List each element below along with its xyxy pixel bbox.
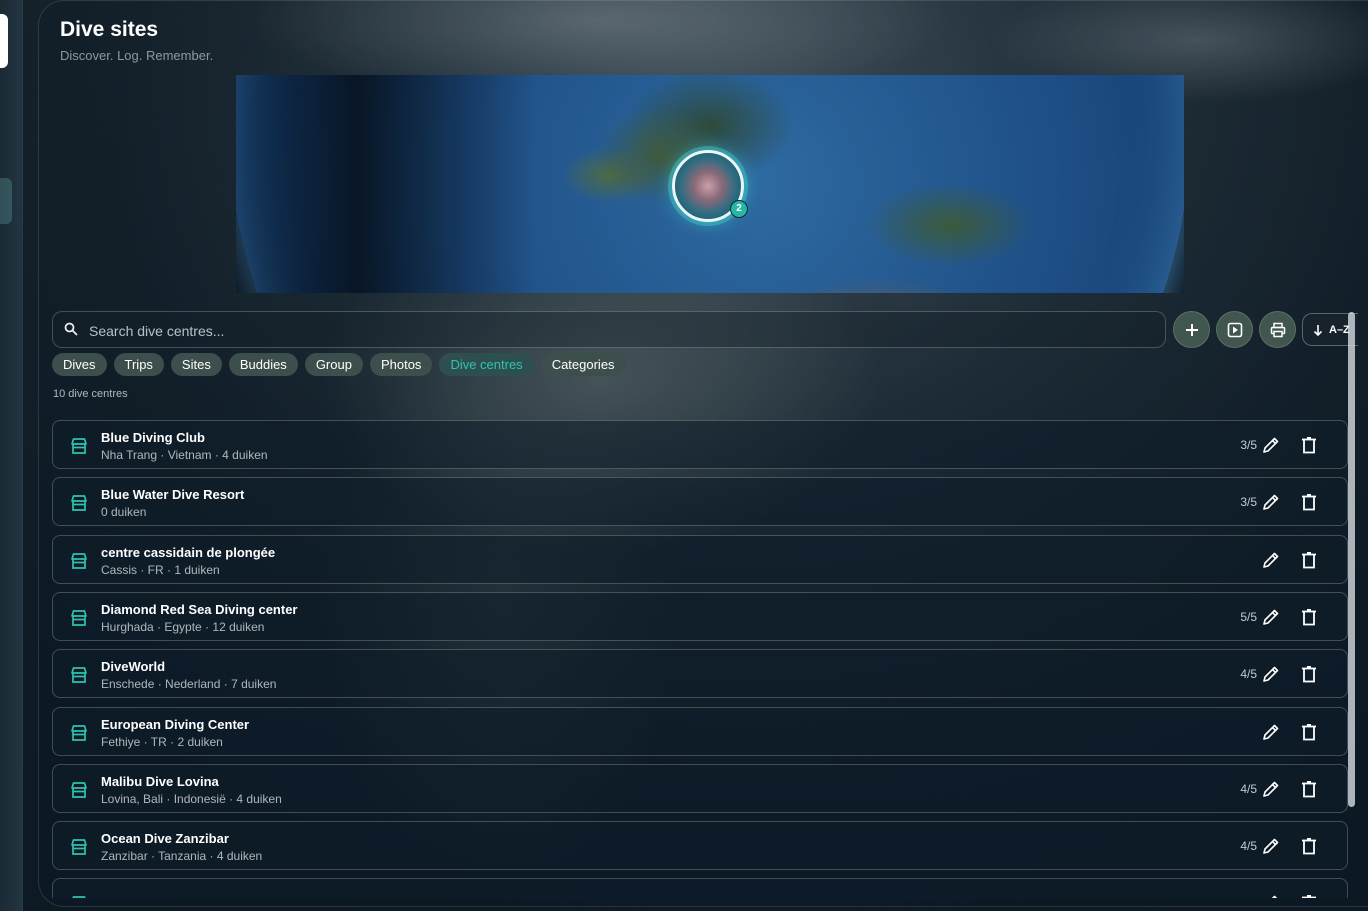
edit-icon[interactable] xyxy=(1261,664,1281,684)
centre-name: European Diving Center xyxy=(101,717,250,732)
delete-icon[interactable] xyxy=(1299,779,1319,799)
centre-details: Zanzibar · Tanzania · 4 duiken xyxy=(101,849,263,863)
tab-sites[interactable]: Sites xyxy=(170,353,222,376)
delete-icon[interactable] xyxy=(1299,664,1319,684)
tab-categories[interactable]: Categories xyxy=(540,353,626,376)
store-icon xyxy=(69,780,89,800)
list-item[interactable]: Malibu Dive Lovina Lovina, Bali · Indones… xyxy=(52,764,1348,813)
delete-icon[interactable] xyxy=(1299,893,1319,898)
add-button[interactable] xyxy=(1173,311,1210,348)
edit-icon[interactable] xyxy=(1261,607,1281,627)
result-count: 10 dive centres xyxy=(53,388,128,400)
centre-name: Blue Diving Club xyxy=(101,430,205,445)
delete-icon[interactable] xyxy=(1299,836,1319,856)
marker-count-badge: 2 xyxy=(730,200,748,218)
store-icon xyxy=(69,837,89,857)
centre-name: DiveWorld xyxy=(101,659,166,674)
search-bar xyxy=(52,311,1166,349)
tab-photos[interactable]: Photos xyxy=(369,353,433,376)
delete-icon[interactable] xyxy=(1299,722,1319,742)
centre-name: Malibu Dive Lovina xyxy=(101,774,219,789)
edit-icon[interactable] xyxy=(1261,550,1281,570)
arrow-down-icon xyxy=(1313,324,1323,336)
centre-details: Cassis · FR · 1 duiken xyxy=(101,563,220,577)
plus-icon xyxy=(1185,323,1198,336)
print-button[interactable] xyxy=(1259,311,1296,348)
centre-details: Enschede · Nederland · 7 duiken xyxy=(101,677,277,691)
centre-rating: 3/5 xyxy=(1240,495,1257,509)
centre-rating: 5/5 xyxy=(1240,610,1257,624)
edit-icon[interactable] xyxy=(1261,779,1281,799)
dive-centre-list: Blue Diving Club Nha Trang · Vietnam · 4 … xyxy=(52,420,1360,898)
list-item[interactable]: Ocean Dive Zanzibar Zanzibar · Tanzania ·… xyxy=(52,821,1348,870)
centre-rating: 4/5 xyxy=(1240,667,1257,681)
edit-icon[interactable] xyxy=(1261,435,1281,455)
store-icon xyxy=(69,894,89,898)
centre-rating: 4/5 xyxy=(1240,839,1257,853)
centre-details: Hurghada · Egypte · 12 duiken xyxy=(101,620,265,634)
tab-buddies[interactable]: Buddies xyxy=(228,353,298,376)
delete-icon[interactable] xyxy=(1299,435,1319,455)
globe-night-shade xyxy=(236,75,536,293)
list-item[interactable]: centre cassidain de plongée Cassis · FR ·… xyxy=(52,535,1348,584)
scrollbar[interactable] xyxy=(1348,312,1355,807)
section-tabs: Dives Trips Sites Buddies Group Photos D… xyxy=(52,353,626,377)
page-title: Dive sites xyxy=(60,18,159,41)
store-icon xyxy=(69,665,89,685)
slideshow-button[interactable] xyxy=(1216,311,1253,348)
tab-group[interactable]: Group xyxy=(304,353,363,376)
centre-name: Blue Water Dive Resort xyxy=(101,487,245,502)
centre-name: Diamond Red Sea Diving center xyxy=(101,602,298,617)
store-icon xyxy=(69,551,89,571)
centre-rating: 3/5 xyxy=(1240,438,1257,452)
edit-icon[interactable] xyxy=(1261,893,1281,898)
sort-label: A–Z xyxy=(1329,323,1350,336)
page-subtitle: Discover. Log. Remember. xyxy=(60,48,214,63)
centre-details: Nha Trang · Vietnam · 4 duiken xyxy=(101,448,268,462)
centre-rating: 4/5 xyxy=(1240,782,1257,796)
edit-icon[interactable] xyxy=(1261,492,1281,512)
tab-dives[interactable]: Dives xyxy=(52,353,107,376)
rail-tab[interactable] xyxy=(0,14,8,68)
search-icon xyxy=(64,322,78,336)
list-item[interactable] xyxy=(52,878,1348,898)
side-rail xyxy=(0,0,23,911)
store-icon xyxy=(69,608,89,628)
list-item[interactable]: DiveWorld Enschede · Nederland · 7 duiken… xyxy=(52,649,1348,698)
list-item[interactable]: Diamond Red Sea Diving center Hurghada · … xyxy=(52,592,1348,641)
list-item[interactable]: Blue Water Dive Resort 0 duiken 3/5 xyxy=(52,477,1348,526)
store-icon xyxy=(69,723,89,743)
store-icon xyxy=(69,493,89,513)
delete-icon[interactable] xyxy=(1299,607,1319,627)
play-square-icon xyxy=(1227,322,1242,337)
centre-name: Ocean Dive Zanzibar xyxy=(101,831,229,846)
centre-name: centre cassidain de plongée xyxy=(101,545,276,560)
delete-icon[interactable] xyxy=(1299,550,1319,570)
edit-icon[interactable] xyxy=(1261,722,1281,742)
list-item[interactable]: Blue Diving Club Nha Trang · Vietnam · 4 … xyxy=(52,420,1348,469)
edit-icon[interactable] xyxy=(1261,836,1281,856)
search-input[interactable] xyxy=(87,312,1151,349)
tab-trips[interactable]: Trips xyxy=(113,353,164,376)
tab-dive-centres[interactable]: Dive centres xyxy=(439,353,534,376)
centre-details: Fethiye · TR · 2 duiken xyxy=(101,735,223,749)
centre-details: 0 duiken xyxy=(101,505,147,519)
centre-details: Lovina, Bali · Indonesië · 4 duiken xyxy=(101,792,282,806)
printer-icon xyxy=(1270,322,1285,337)
store-icon xyxy=(69,436,89,456)
rail-active-indicator xyxy=(0,178,12,224)
delete-icon[interactable] xyxy=(1299,492,1319,512)
list-item[interactable]: European Diving Center Fethiye · TR · 2 d… xyxy=(52,707,1348,756)
